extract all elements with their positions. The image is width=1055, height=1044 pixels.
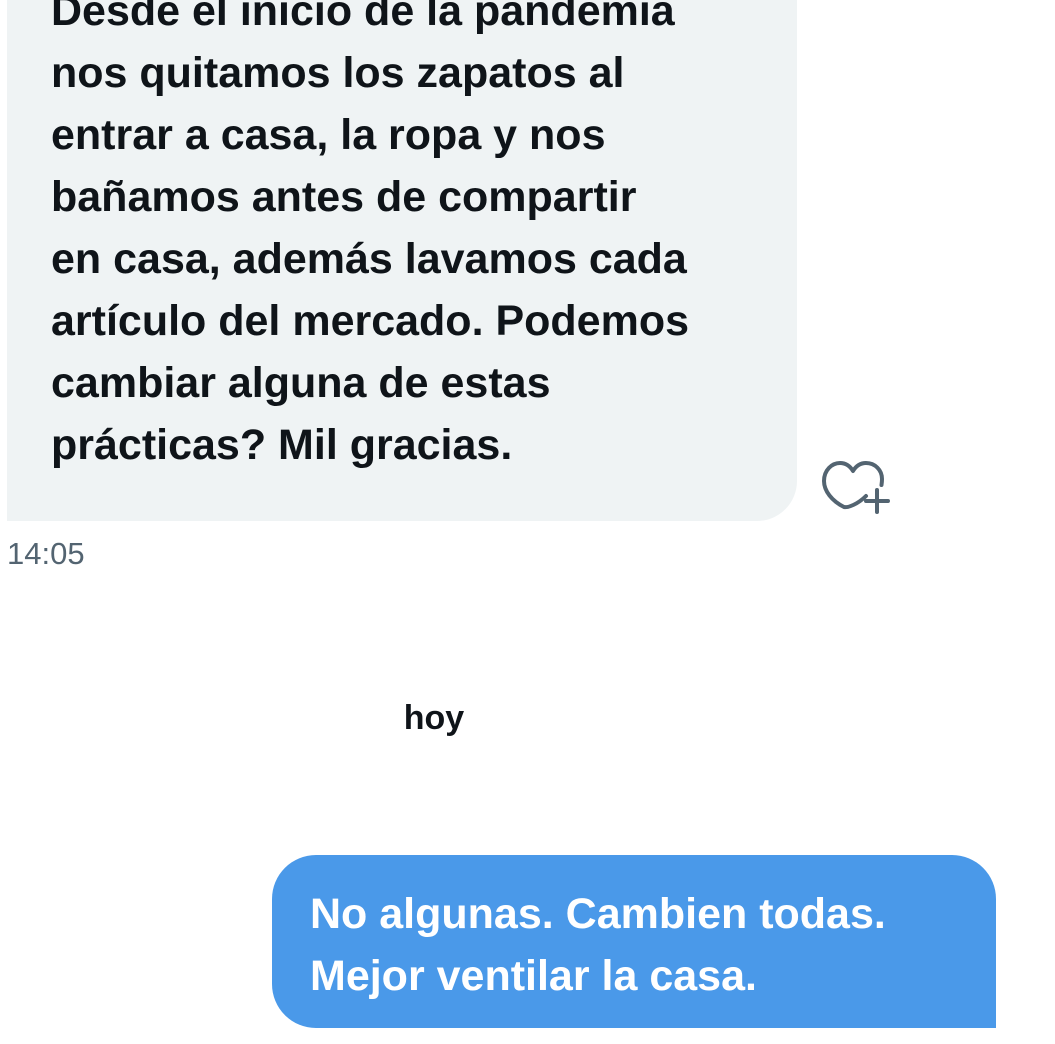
outgoing-message-bubble[interactable]: No algunas. Cambien todas. Mejor ventila… bbox=[272, 855, 996, 1028]
dm-conversation: Desde el inicio de la pandemia nos quita… bbox=[0, 0, 1055, 1044]
add-reaction-button[interactable] bbox=[818, 452, 890, 518]
message-timestamp: 14:05 bbox=[7, 536, 85, 571]
day-separator: hoy bbox=[403, 699, 465, 737]
heart-plus-icon bbox=[822, 461, 890, 514]
incoming-message-bubble[interactable]: Desde el inicio de la pandemia nos quita… bbox=[7, 0, 797, 521]
outgoing-message-text: No algunas. Cambien todas. Mejor ventila… bbox=[310, 890, 886, 1000]
incoming-message-text: Desde el inicio de la pandemia nos quita… bbox=[51, 0, 690, 469]
